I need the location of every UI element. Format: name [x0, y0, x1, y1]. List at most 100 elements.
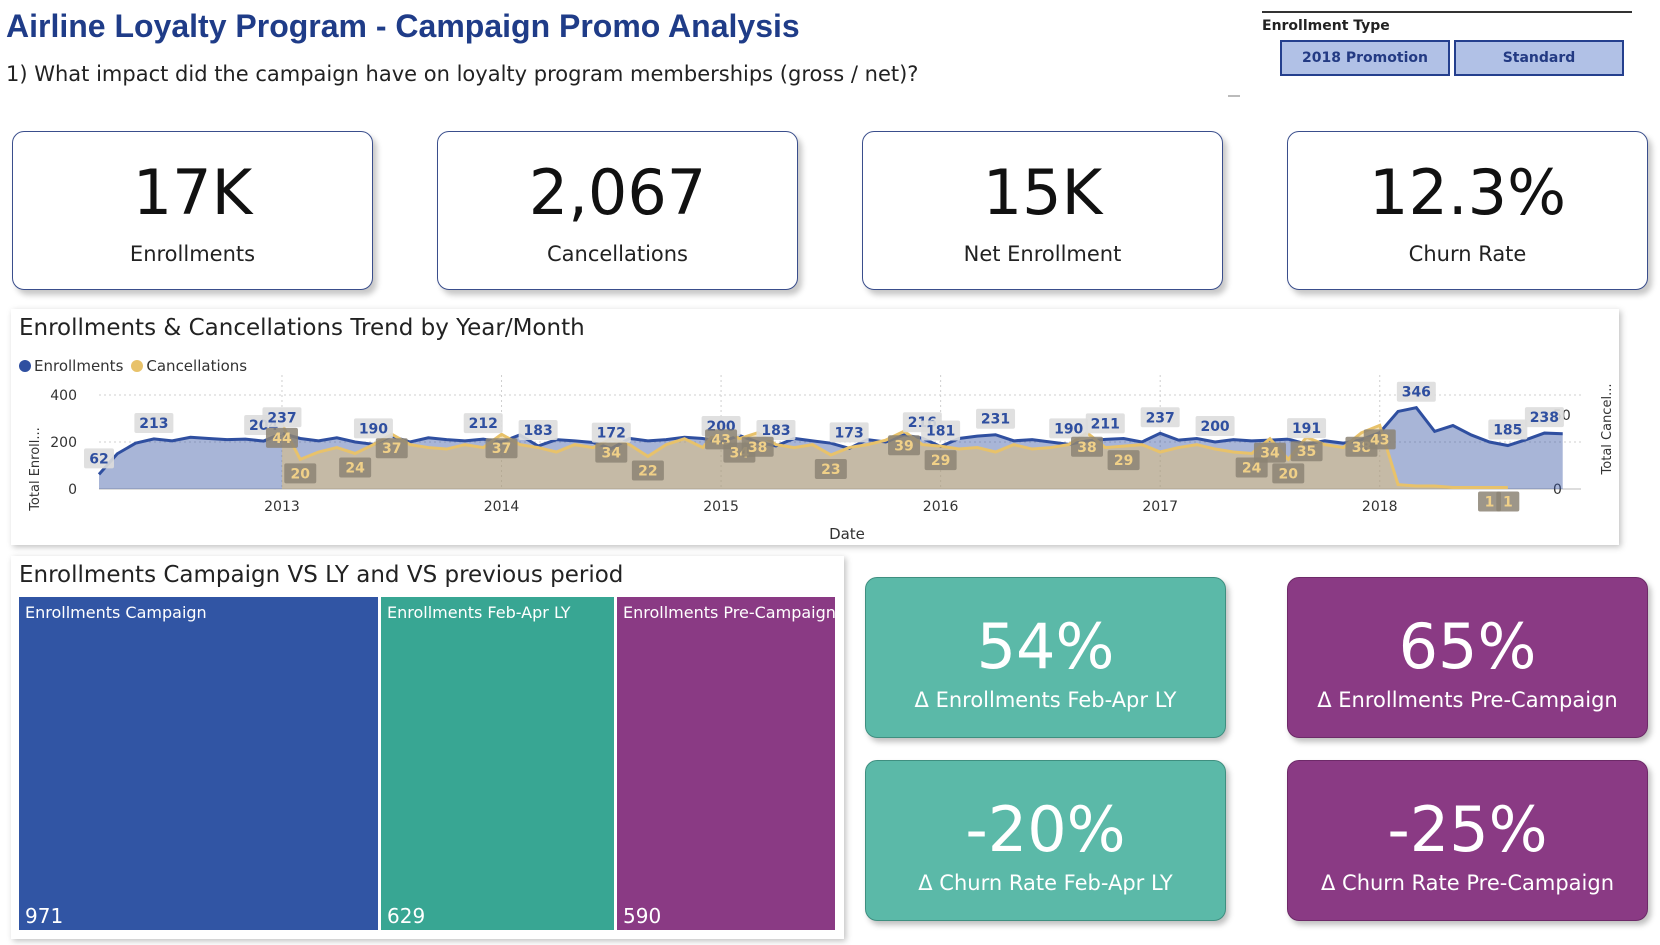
cancellations-data-label: 20 [291, 466, 311, 482]
cancellations-data-label: 35 [1297, 444, 1316, 460]
cancellations-data-label: 1 [1485, 495, 1495, 511]
delta-label: Δ Churn Rate Pre-Campaign [1320, 871, 1615, 895]
legend-cancellations-label: Cancellations [146, 357, 248, 375]
x-tick-label: 2015 [703, 499, 739, 515]
tile-label: Enrollments Pre-Campaign [623, 603, 836, 622]
tile-value: 971 [25, 904, 64, 928]
delta-card-enroll-ly: 54% Δ Enrollments Feb-Apr LY [865, 577, 1226, 738]
cancellations-data-label: 44 [272, 431, 292, 447]
enrollments-data-label: 190 [359, 421, 388, 437]
x-tick-label: 2013 [264, 499, 300, 515]
cancellations-data-label: 38 [1077, 440, 1096, 456]
cancellations-data-label: 24 [1242, 460, 1262, 476]
delta-label: Δ Enrollments Pre-Campaign [1317, 688, 1618, 712]
treemap-tile-feb-apr-ly[interactable]: Enrollments Feb-Apr LY 629 [381, 597, 614, 930]
legend-enrollments-label: Enrollments [34, 357, 124, 375]
tile-value: 629 [387, 904, 426, 928]
cancellations-data-label: 1 [1503, 495, 1513, 511]
cancellations-data-label: 39 [894, 438, 913, 454]
enrollments-data-label: 172 [597, 426, 626, 442]
delta-value: -25% [1387, 793, 1548, 866]
slicer-title: Enrollment Type [1262, 11, 1632, 34]
kpi-value: 2,067 [528, 156, 707, 229]
cancellations-data-label: 38 [748, 440, 767, 456]
kpi-value: 17K [132, 156, 253, 229]
enrollment-type-slicer: Enrollment Type 2018 Promotion Standard [1262, 11, 1632, 76]
kpi-label: Cancellations [546, 242, 688, 266]
kpi-card-enrollments: 17K Enrollments [12, 131, 373, 290]
delta-value: -20% [965, 793, 1126, 866]
kpi-value: 12.3% [1369, 156, 1566, 229]
treemap-panel: Enrollments Campaign VS LY and VS previo… [11, 556, 844, 939]
slicer-resize-handle[interactable] [1228, 95, 1240, 97]
enrollments-data-label: 237 [1146, 410, 1175, 426]
delta-label: Δ Churn Rate Feb-Apr LY [918, 871, 1173, 895]
cancellations-data-label: 34 [602, 446, 622, 462]
x-tick-label: 2017 [1142, 499, 1178, 515]
cancellations-data-label: 22 [638, 463, 657, 479]
cancellations-data-label: 29 [1114, 453, 1133, 469]
x-tick-label: 2016 [923, 499, 959, 515]
cancellations-data-label: 20 [1279, 466, 1299, 482]
treemap-title: Enrollments Campaign VS LY and VS previo… [19, 562, 624, 588]
x-tick-label: 2018 [1362, 499, 1398, 515]
cancellations-data-label: 37 [492, 441, 511, 457]
enrollments-data-label: 183 [761, 423, 790, 439]
treemap-tile-pre-campaign[interactable]: Enrollments Pre-Campaign 590 [617, 597, 836, 930]
enrollments-data-label: 238 [1530, 410, 1559, 426]
treemap-tile-campaign[interactable]: Enrollments Campaign 971 [19, 597, 378, 930]
delta-value: 65% [1398, 610, 1537, 683]
enrollments-data-label: 183 [523, 423, 552, 439]
kpi-card-churn-rate: 12.3% Churn Rate [1287, 131, 1648, 290]
trend-chart-panel[interactable]: 2013201420152016201720184002000500Total … [11, 309, 1619, 545]
tile-label: Enrollments Feb-Apr LY [387, 603, 571, 622]
y-left-tick-label: 400 [50, 388, 77, 404]
x-tick-label: 2014 [484, 499, 520, 515]
y-left-tick-label: 0 [68, 482, 77, 498]
cancellations-data-label: 23 [821, 462, 840, 478]
y-left-axis-title: Total Enroll... [28, 427, 43, 512]
enrollments-data-label: 181 [926, 423, 955, 439]
enrollments-data-label: 211 [1091, 416, 1120, 432]
slicer-option-standard[interactable]: Standard [1454, 40, 1624, 76]
delta-card-churn-ly: -20% Δ Churn Rate Feb-Apr LY [865, 760, 1226, 921]
delta-label: Δ Enrollments Feb-Apr LY [914, 688, 1177, 712]
kpi-value: 15K [982, 156, 1103, 229]
enrollments-data-label: 213 [139, 416, 168, 432]
enrollments-data-label: 346 [1402, 385, 1431, 401]
cancellations-data-label: 43 [1370, 432, 1389, 448]
cancellations-data-label: 37 [382, 441, 401, 457]
tile-value: 590 [623, 904, 662, 928]
enrollments-data-label: 173 [835, 425, 864, 441]
cancellations-data-label: 24 [345, 460, 365, 476]
kpi-label: Net Enrollment [963, 242, 1122, 266]
trend-legend: Enrollments Cancellations [19, 357, 247, 375]
enrollments-data-label: 237 [267, 410, 296, 426]
legend-cancellations-marker [131, 360, 144, 372]
delta-card-churn-pre: -25% Δ Churn Rate Pre-Campaign [1287, 760, 1648, 921]
page-subtitle: 1) What impact did the campaign have on … [6, 62, 919, 86]
trend-chart-title: Enrollments & Cancellations Trend by Yea… [19, 315, 585, 341]
x-axis-title: Date [829, 525, 865, 543]
cancellations-data-label: 34 [1260, 446, 1280, 462]
delta-value: 54% [976, 610, 1115, 683]
tile-label: Enrollments Campaign [25, 603, 207, 622]
legend-enrollments-marker [19, 360, 31, 372]
page-title: Airline Loyalty Program - Campaign Promo… [6, 8, 800, 44]
y-right-axis-title: Total Cancel... [1600, 384, 1615, 476]
kpi-card-net-enrollment: 15K Net Enrollment [862, 131, 1223, 290]
y-left-tick-label: 200 [50, 435, 77, 451]
kpi-card-cancellations: 2,067 Cancellations [437, 131, 798, 290]
enrollments-data-label: 212 [469, 416, 498, 432]
cancellations-data-label: 29 [931, 453, 950, 469]
enrollments-data-label: 185 [1493, 423, 1522, 439]
enrollments-data-label: 191 [1292, 421, 1321, 437]
enrollments-data-label: 200 [1200, 419, 1229, 435]
enrollments-data-label: 62 [89, 451, 108, 467]
delta-card-enroll-pre: 65% Δ Enrollments Pre-Campaign [1287, 577, 1648, 738]
kpi-label: Churn Rate [1408, 242, 1527, 266]
kpi-label: Enrollments [129, 242, 256, 266]
enrollments-data-label: 190 [1054, 421, 1083, 437]
slicer-option-2018-promotion[interactable]: 2018 Promotion [1280, 40, 1450, 76]
trend-chart[interactable]: 2013201420152016201720184002000500Total … [11, 309, 1619, 545]
